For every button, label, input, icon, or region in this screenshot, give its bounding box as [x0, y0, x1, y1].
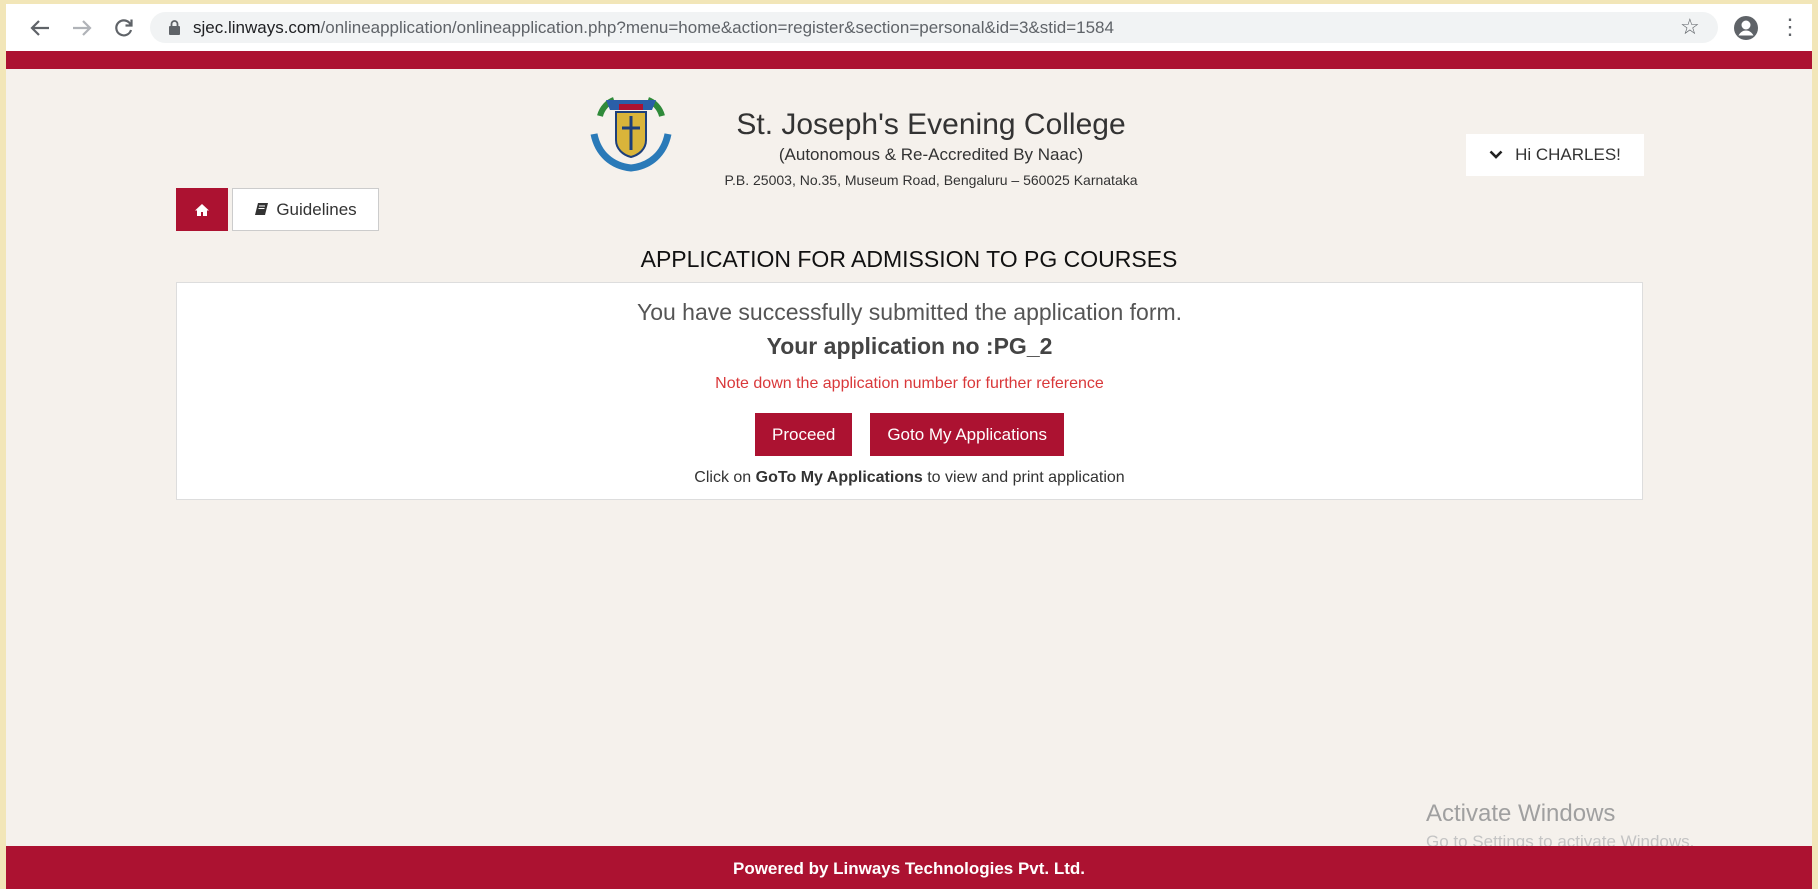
- book-icon: [255, 203, 269, 215]
- guidelines-label: Guidelines: [276, 199, 357, 219]
- url-host: sjec.linways.com: [193, 17, 321, 37]
- college-address: P.B. 25003, No.35, Museum Road, Bengalur…: [724, 172, 1138, 188]
- hint-suffix: to view and print application: [922, 469, 1125, 486]
- kebab-menu-icon[interactable]: ⋮: [1779, 14, 1801, 40]
- home-icon: [195, 203, 209, 216]
- proceed-button[interactable]: Proceed: [754, 413, 853, 456]
- lock-icon: [169, 20, 180, 35]
- url-path: /onlineapplication/onlineapplication.php…: [320, 17, 1114, 37]
- print-hint: Click on GoTo My Applications to view an…: [177, 469, 1642, 487]
- guidelines-button[interactable]: Guidelines: [232, 188, 379, 231]
- college-subtitle: (Autonomous & Re-Accredited By Naac): [778, 145, 1084, 164]
- footer: Powered by Linways Technologies Pvt. Ltd…: [6, 846, 1812, 889]
- address-bar[interactable]: sjec.linways.com/onlineapplication/onlin…: [150, 12, 1718, 43]
- hint-goto: GoTo: [755, 469, 797, 486]
- back-button[interactable]: [20, 8, 60, 48]
- page-frame: sjec.linways.com/onlineapplication/onlin…: [6, 4, 1812, 889]
- account-icon[interactable]: [1733, 15, 1759, 41]
- reload-button[interactable]: [104, 8, 144, 48]
- college-name: St. Joseph's Evening College: [736, 108, 1126, 141]
- arrow-right-icon: [73, 20, 92, 36]
- page-title: APPLICATION FOR ADMISSION TO PG COURSES: [640, 246, 1178, 272]
- forward-button[interactable]: [62, 8, 102, 48]
- action-buttons: Proceed Goto My Applications: [177, 413, 1642, 456]
- application-number: Your application no :PG_2: [766, 333, 1053, 359]
- hint-my-applications: My Applications: [800, 469, 923, 486]
- reference-note: Note down the application number for fur…: [715, 375, 1104, 392]
- user-greeting: Hi CHARLES!: [1515, 145, 1621, 164]
- arrow-left-icon: [30, 20, 49, 36]
- top-brand-band: [6, 51, 1812, 69]
- browser-toolbar: sjec.linways.com/onlineapplication/onlin…: [6, 4, 1812, 51]
- chevron-down-icon: [1489, 150, 1503, 159]
- star-icon[interactable]: ☆: [1680, 16, 1700, 38]
- success-message: You have successfully submitted the appl…: [636, 299, 1183, 325]
- confirmation-panel: You have successfully submitted the appl…: [176, 282, 1643, 500]
- hint-prefix: Click on: [694, 469, 756, 486]
- user-menu-button[interactable]: Hi CHARLES!: [1466, 134, 1644, 176]
- home-button[interactable]: [176, 188, 228, 231]
- goto-my-applications-button[interactable]: Goto My Applications: [870, 413, 1065, 456]
- college-crest-logo: [590, 97, 672, 172]
- reload-icon: [115, 19, 133, 37]
- activate-windows-title: Activate Windows: [1426, 800, 1616, 827]
